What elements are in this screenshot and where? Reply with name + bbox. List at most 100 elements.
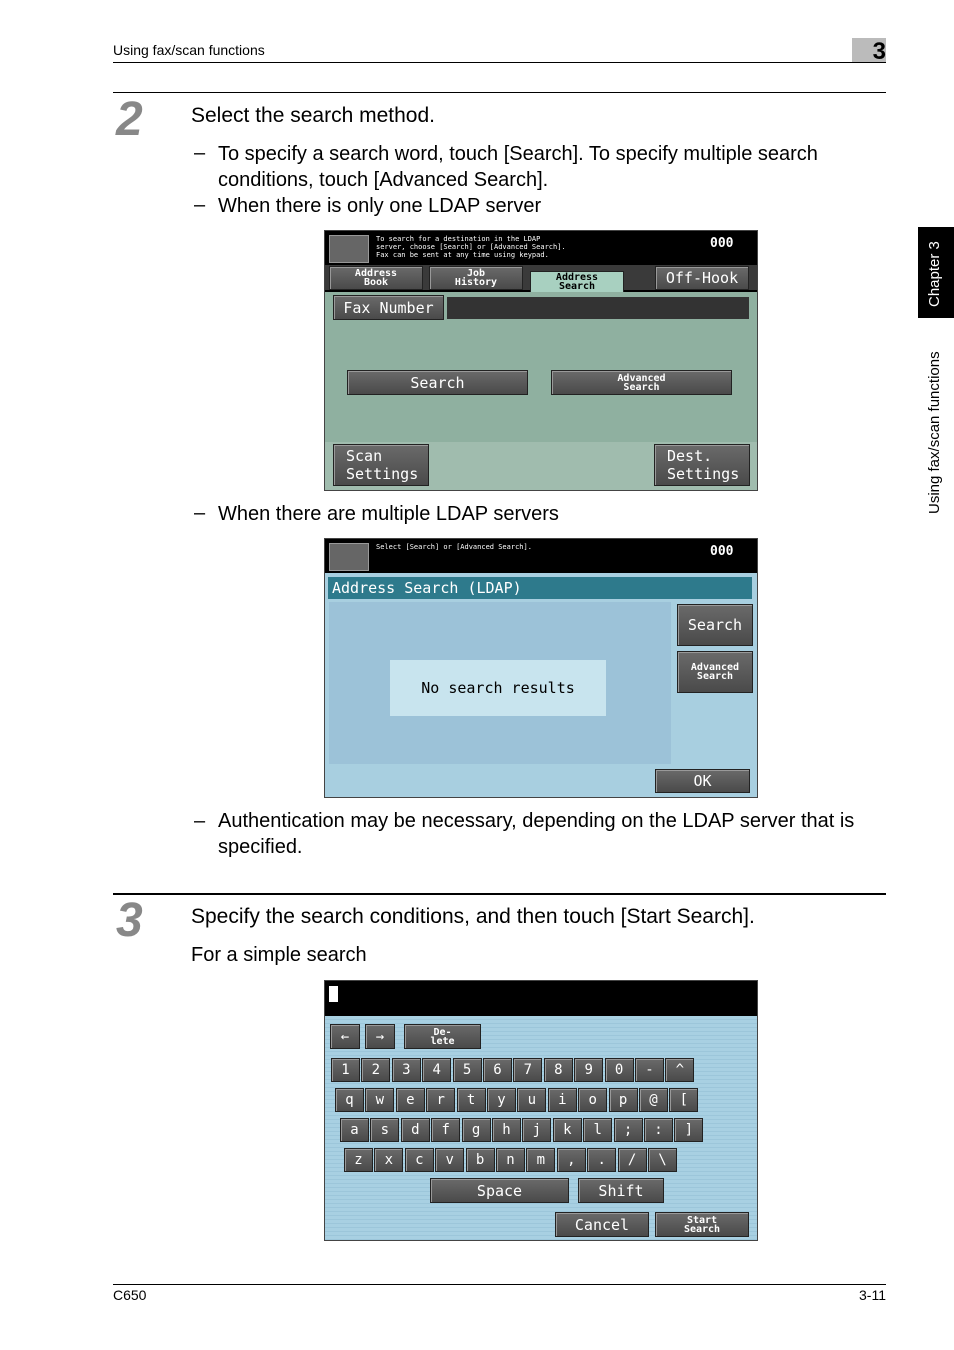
key-button[interactable]: i bbox=[547, 1088, 577, 1112]
message-line: Fax can be sent at any time using keypad… bbox=[376, 251, 549, 259]
running-header: Using fax/scan functions bbox=[113, 42, 265, 58]
no-results-message: No search results bbox=[390, 660, 606, 716]
bullet-dash: – bbox=[194, 502, 206, 524]
step-subtitle: For a simple search bbox=[191, 944, 367, 966]
step-title: Specify the search conditions, and then … bbox=[191, 905, 755, 928]
list-title-bar: Address Search (LDAP) bbox=[328, 577, 752, 599]
delete-button[interactable]: De- lete bbox=[404, 1024, 481, 1049]
fax-number-field[interactable] bbox=[447, 297, 749, 319]
bullet-text: When there is only one LDAP server bbox=[218, 195, 542, 217]
message-line: server, choose [Search] or [Advanced Sea… bbox=[376, 243, 566, 251]
start-search-button[interactable]: Start Search bbox=[655, 1212, 749, 1237]
screen-single-ldap: To search for a destination in the LDAP … bbox=[324, 230, 758, 491]
key-button[interactable]: n bbox=[496, 1148, 525, 1172]
key-button[interactable]: 2 bbox=[361, 1058, 391, 1082]
bullet-text: specified. bbox=[218, 836, 303, 858]
dest-settings-button[interactable]: Dest. Settings bbox=[654, 444, 750, 486]
key-button[interactable]: p bbox=[608, 1088, 638, 1112]
key-button[interactable]: t bbox=[456, 1088, 486, 1112]
accessibility-icon[interactable] bbox=[329, 235, 369, 263]
key-button[interactable]: k bbox=[552, 1118, 582, 1142]
key-button[interactable]: - bbox=[635, 1058, 664, 1082]
step-number: 3 bbox=[116, 894, 143, 947]
footer-page-number: 3-11 bbox=[859, 1287, 886, 1303]
footer-model: C650 bbox=[113, 1287, 147, 1303]
key-button[interactable]: , bbox=[556, 1148, 586, 1172]
tab-address-search[interactable]: Address Search bbox=[530, 271, 624, 293]
key-button[interactable]: r bbox=[426, 1088, 456, 1112]
screen-multiple-ldap: Select [Search] or [Advanced Search]. 00… bbox=[324, 538, 758, 798]
tab-job-history[interactable]: Job History bbox=[429, 266, 523, 290]
shift-button[interactable]: Shift bbox=[578, 1178, 664, 1203]
key-button[interactable]: \ bbox=[648, 1148, 677, 1172]
ok-button[interactable]: OK bbox=[655, 769, 750, 793]
key-button[interactable]: 5 bbox=[452, 1058, 482, 1082]
footer-rule bbox=[113, 1284, 886, 1285]
key-button[interactable]: j bbox=[522, 1118, 552, 1142]
bullet-text: To specify a search word, touch [Search]… bbox=[218, 143, 818, 165]
key-button[interactable]: v bbox=[435, 1148, 465, 1172]
key-button[interactable]: o bbox=[578, 1088, 608, 1112]
fax-number-button[interactable]: Fax Number bbox=[333, 295, 444, 320]
space-button[interactable]: Space bbox=[430, 1178, 569, 1203]
key-button[interactable]: 8 bbox=[543, 1058, 573, 1082]
bullet-text: conditions, touch [Advanced Search]. bbox=[218, 169, 549, 191]
key-button[interactable]: 1 bbox=[331, 1058, 360, 1082]
key-button[interactable]: y bbox=[487, 1088, 516, 1112]
step-rule bbox=[113, 92, 886, 93]
key-button[interactable]: x bbox=[374, 1148, 404, 1172]
key-button[interactable]: 3 bbox=[391, 1058, 421, 1082]
cursor-right-button[interactable]: → bbox=[365, 1024, 395, 1049]
search-button[interactable]: Search bbox=[677, 604, 753, 646]
scan-settings-button[interactable]: Scan Settings bbox=[333, 444, 429, 486]
key-button[interactable]: c bbox=[404, 1148, 434, 1172]
key-button[interactable]: ] bbox=[674, 1118, 704, 1142]
bullet-dash: – bbox=[194, 194, 206, 216]
search-button[interactable]: Search bbox=[347, 370, 528, 395]
message-line: Select [Search] or [Advanced Search]. bbox=[376, 543, 532, 551]
key-button[interactable]: . bbox=[587, 1148, 617, 1172]
key-button[interactable]: l bbox=[583, 1118, 613, 1142]
key-button[interactable]: 9 bbox=[574, 1058, 604, 1082]
key-button[interactable]: a bbox=[340, 1118, 369, 1142]
tab-address-book[interactable]: Address Book bbox=[329, 266, 423, 290]
step-rule bbox=[113, 893, 886, 895]
key-button[interactable]: f bbox=[431, 1118, 461, 1142]
key-button[interactable]: h bbox=[492, 1118, 521, 1142]
header-rule bbox=[113, 62, 886, 63]
chapter-tab-label: Chapter 3 bbox=[926, 241, 943, 307]
key-button[interactable]: [ bbox=[669, 1088, 699, 1112]
advanced-search-button[interactable]: Advanced Search bbox=[551, 370, 732, 395]
key-button[interactable]: 4 bbox=[422, 1058, 452, 1082]
counter: 000 bbox=[710, 544, 734, 559]
key-button[interactable]: u bbox=[517, 1088, 547, 1112]
key-button[interactable]: s bbox=[370, 1118, 400, 1142]
key-button[interactable]: 0 bbox=[604, 1058, 634, 1082]
key-button[interactable]: m bbox=[526, 1148, 556, 1172]
key-button[interactable]: ; bbox=[613, 1118, 643, 1142]
key-button[interactable]: b bbox=[465, 1148, 495, 1172]
bullet-text: When there are multiple LDAP servers bbox=[218, 503, 559, 525]
key-button[interactable]: z bbox=[344, 1148, 373, 1172]
bullet-dash: – bbox=[194, 810, 206, 832]
off-hook-button[interactable]: Off-Hook bbox=[655, 266, 749, 290]
key-button[interactable]: : bbox=[644, 1118, 673, 1142]
cancel-button[interactable]: Cancel bbox=[555, 1212, 649, 1237]
text-cursor bbox=[329, 986, 338, 1002]
accessibility-icon[interactable] bbox=[329, 543, 369, 571]
counter: 000 bbox=[710, 236, 734, 251]
key-button[interactable]: w bbox=[365, 1088, 395, 1112]
key-button[interactable]: 7 bbox=[513, 1058, 543, 1082]
advanced-search-button[interactable]: Advanced Search bbox=[677, 651, 753, 693]
key-button[interactable]: d bbox=[400, 1118, 430, 1142]
key-button[interactable]: / bbox=[617, 1148, 647, 1172]
key-button[interactable]: g bbox=[461, 1118, 491, 1142]
key-button[interactable]: @ bbox=[639, 1088, 668, 1112]
key-button[interactable]: 6 bbox=[483, 1058, 512, 1082]
cursor-left-button[interactable]: ← bbox=[330, 1024, 360, 1049]
key-button[interactable]: ^ bbox=[665, 1058, 695, 1082]
step-number: 2 bbox=[116, 93, 143, 146]
message-line: To search for a destination in the LDAP bbox=[376, 235, 541, 243]
key-button[interactable]: q bbox=[335, 1088, 364, 1112]
key-button[interactable]: e bbox=[395, 1088, 425, 1112]
